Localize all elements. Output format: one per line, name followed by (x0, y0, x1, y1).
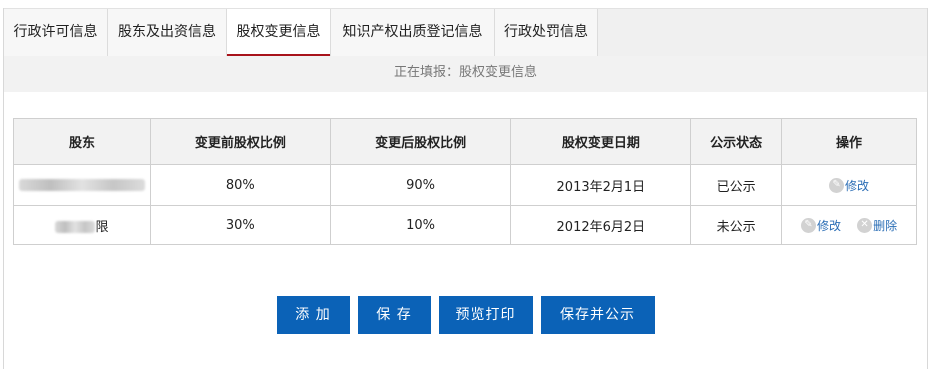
tab-bar: 行政许可信息 股东及出资信息 股权变更信息 知识产权出质登记信息 行政处罚信息 (4, 8, 927, 57)
column-header-change-date: 股权变更日期 (510, 118, 692, 165)
redacted-shareholder-name (55, 221, 96, 233)
shareholder-name-tail: 限 (95, 219, 109, 235)
tab-ip-pledge[interactable]: 知识产权出质登记信息 (331, 9, 495, 57)
tab-administrative-license[interactable]: 行政许可信息 (4, 9, 108, 57)
operation-cell: ✎ 修改 ✕ 删除 (781, 205, 917, 245)
after-ratio-cell: 90% (329, 164, 512, 206)
save-button[interactable]: 保 存 (357, 296, 431, 334)
edit-label: 修改 (845, 178, 870, 193)
edit-link[interactable]: ✎ 修改 (800, 217, 841, 234)
operation-cell: ✎ 修改 (781, 164, 917, 206)
delete-label: 删除 (873, 218, 898, 233)
change-date-cell: 2013年2月1日 (510, 164, 692, 206)
pencil-icon: ✎ (800, 217, 816, 233)
publish-status-cell: 已公示 (690, 164, 783, 206)
before-ratio-cell: 30% (149, 205, 331, 245)
close-circle-icon: ✕ (857, 217, 873, 233)
filling-status-bar: 正在填报：股权变更信息 (4, 56, 927, 92)
after-ratio-cell: 10% (329, 205, 512, 245)
filling-status-text: 正在填报：股权变更信息 (393, 65, 537, 80)
publish-status-cell: 未公示 (690, 205, 783, 245)
table-row: 限 30% 10% 2012年6月2日 未公示 ✎ 修改 ✕ 删除 (13, 205, 917, 245)
delete-link[interactable]: ✕ 删除 (857, 217, 897, 234)
column-header-after-ratio: 变更后股权比例 (329, 118, 512, 165)
save-and-publish-button[interactable]: 保存并公示 (540, 296, 655, 334)
main-panel: 行政许可信息 股东及出资信息 股权变更信息 知识产权出质登记信息 行政处罚信息 … (3, 8, 928, 369)
column-header-shareholder: 股东 (13, 118, 151, 165)
column-header-operation: 操作 (781, 118, 917, 165)
tab-shareholder-contribution[interactable]: 股东及出资信息 (108, 9, 227, 57)
pencil-icon: ✎ (829, 177, 845, 193)
tabs: 行政许可信息 股东及出资信息 股权变更信息 知识产权出质登记信息 行政处罚信息 (4, 9, 598, 57)
add-button[interactable]: 添 加 (276, 296, 350, 334)
column-header-before-ratio: 变更前股权比例 (149, 118, 331, 165)
tab-equity-change[interactable]: 股权变更信息 (227, 9, 331, 57)
edit-label: 修改 (816, 218, 841, 233)
equity-change-table: 股东 变更前股权比例 变更后股权比例 股权变更日期 公示状态 操作 80% 90… (13, 118, 917, 245)
shareholder-cell: 限 (13, 205, 151, 245)
before-ratio-cell: 80% (149, 164, 331, 206)
table-row: 80% 90% 2013年2月1日 已公示 ✎ 修改 (13, 164, 917, 206)
shareholder-cell (13, 164, 151, 206)
table-header-row: 股东 变更前股权比例 变更后股权比例 股权变更日期 公示状态 操作 (13, 118, 917, 165)
action-buttons: 添 加 保 存 预览打印 保存并公示 (4, 296, 927, 334)
preview-print-button[interactable]: 预览打印 (438, 296, 533, 334)
change-date-cell: 2012年6月2日 (510, 205, 692, 245)
column-header-publish-status: 公示状态 (690, 118, 783, 165)
redacted-shareholder-name (18, 179, 145, 191)
tab-administrative-penalty[interactable]: 行政处罚信息 (495, 9, 598, 57)
edit-link[interactable]: ✎ 修改 (829, 177, 869, 194)
